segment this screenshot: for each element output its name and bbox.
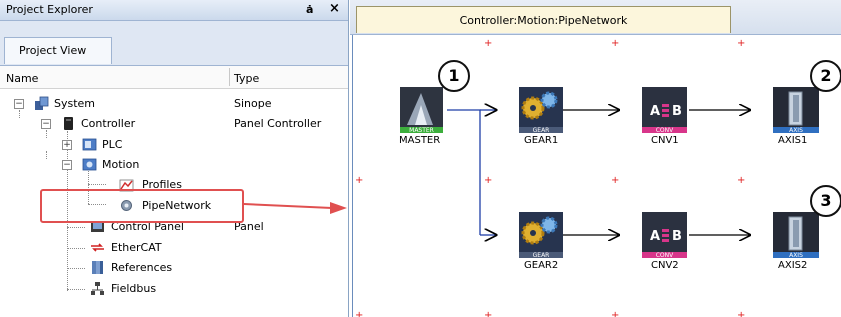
- highlight-box: [40, 189, 244, 223]
- node-label-cnv1: CNV1: [651, 135, 679, 146]
- callout-1: 1: [438, 60, 470, 92]
- cnv2-block[interactable]: A B CONV: [642, 212, 687, 259]
- tree-item-references[interactable]: References: [0, 258, 348, 277]
- node-label-gear2: GEAR2: [524, 260, 559, 271]
- tree-item-label: PLC: [102, 138, 123, 151]
- callout-3: 3: [810, 185, 841, 217]
- plc-icon: [82, 138, 97, 151]
- axis1-badge: AXIS: [789, 127, 803, 134]
- svg-text:+: +: [484, 175, 492, 186]
- collapse-icon[interactable]: −: [14, 99, 24, 109]
- svg-text:+: +: [737, 175, 745, 186]
- conv-b-glyph: B: [672, 229, 682, 244]
- gear1-badge: GEAR: [533, 127, 550, 134]
- node-label-axis1: AXIS1: [778, 135, 808, 146]
- system-icon: [35, 96, 49, 110]
- cnv1-badge: CONV: [656, 127, 674, 134]
- collapse-icon[interactable]: −: [62, 160, 72, 170]
- conv-a-glyph: A: [650, 104, 660, 119]
- editor-tab-label: Controller:Motion:PipeNetwork: [459, 14, 628, 27]
- svg-text:+: +: [737, 310, 745, 317]
- explorer-titlebar: Project Explorer ȧ ×: [0, 0, 348, 21]
- fieldbus-icon: [91, 282, 104, 295]
- project-explorer-pane: Project Explorer ȧ × Project View Name T…: [0, 0, 349, 317]
- column-header: Name Type: [0, 66, 348, 89]
- red-arrow-annotation: [244, 202, 347, 214]
- svg-text:+: +: [355, 310, 363, 317]
- tree-item-label: Fieldbus: [111, 282, 157, 295]
- tree-item-label: References: [111, 261, 173, 274]
- node-label-gear1: GEAR1: [524, 135, 559, 146]
- tree-item-label: System: [54, 97, 96, 110]
- column-header-name[interactable]: Name: [6, 72, 38, 85]
- motion-icon: [82, 158, 97, 171]
- svg-text:+: +: [737, 38, 745, 49]
- editor-pane: Controller:Motion:PipeNetwork + + + + + + + +…: [350, 0, 841, 317]
- pin-icon[interactable]: ȧ: [306, 3, 313, 16]
- ethercat-icon: [91, 243, 104, 252]
- conv-b-glyph: B: [672, 104, 682, 119]
- master-block[interactable]: MASTER: [400, 87, 443, 134]
- conv-a-glyph: A: [650, 229, 660, 244]
- gear1-block[interactable]: GEAR: [519, 87, 563, 134]
- gear2-badge: GEAR: [533, 252, 550, 259]
- svg-text:+: +: [355, 175, 363, 186]
- explorer-tabstrip: Project View: [0, 21, 348, 66]
- master-badge: MASTER: [409, 127, 434, 134]
- node-label-cnv2: CNV2: [651, 260, 679, 271]
- gear2-block[interactable]: GEAR: [519, 212, 563, 259]
- node-label-axis2: AXIS2: [778, 260, 808, 271]
- callout-2: 2: [810, 60, 841, 92]
- diagram-canvas[interactable]: + + + + + + + + + + + MASTER GEAR A B CO…: [352, 35, 841, 317]
- tree-item-motion[interactable]: − Motion: [0, 155, 348, 174]
- tree-item-label: Motion: [102, 158, 140, 171]
- grid-marks: + + + + + + + + + + +: [355, 38, 745, 317]
- column-header-type[interactable]: Type: [234, 72, 259, 85]
- tab-project-view[interactable]: Project View: [4, 37, 112, 64]
- svg-text:+: +: [611, 310, 619, 317]
- svg-text:+: +: [484, 38, 492, 49]
- tree-item-type: Sinope: [234, 97, 272, 110]
- tree-item-controller[interactable]: − Controller Panel Controller: [0, 114, 348, 133]
- tree-item-label: EtherCAT: [111, 241, 162, 254]
- close-icon[interactable]: ×: [329, 1, 340, 16]
- svg-text:+: +: [611, 175, 619, 186]
- column-separator[interactable]: [229, 68, 230, 86]
- axis1-block[interactable]: AXIS: [773, 87, 819, 134]
- wires: [447, 110, 496, 235]
- axis2-block[interactable]: AXIS: [773, 212, 819, 259]
- controller-icon: [64, 117, 73, 130]
- references-icon: [92, 261, 103, 274]
- tree-item-type: Panel Controller: [234, 117, 322, 130]
- node-label-master: MASTER: [399, 135, 441, 146]
- svg-text:+: +: [611, 38, 619, 49]
- editor-tab-pipenetwork[interactable]: Controller:Motion:PipeNetwork: [356, 6, 731, 33]
- tree-item-plc[interactable]: + PLC: [0, 135, 348, 154]
- tab-project-view-label: Project View: [19, 44, 87, 57]
- tree-item-ethercat[interactable]: EtherCAT: [0, 238, 348, 257]
- cnv1-block[interactable]: A B CONV: [642, 87, 687, 134]
- svg-text:+: +: [484, 310, 492, 317]
- axis2-badge: AXIS: [789, 252, 803, 259]
- cnv2-badge: CONV: [656, 252, 674, 259]
- expand-icon[interactable]: +: [62, 140, 72, 150]
- explorer-title: Project Explorer: [6, 3, 93, 16]
- tree-item-system[interactable]: − System Sinope: [0, 94, 348, 113]
- tree-item-label: Controller: [81, 117, 136, 130]
- editor-tabbar: Controller:Motion:PipeNetwork: [350, 0, 841, 35]
- pipe-network-diagram[interactable]: + + + + + + + + + + + MASTER GEAR A B CO…: [353, 35, 841, 317]
- tree-item-fieldbus[interactable]: Fieldbus: [0, 279, 348, 298]
- collapse-icon[interactable]: −: [41, 119, 51, 129]
